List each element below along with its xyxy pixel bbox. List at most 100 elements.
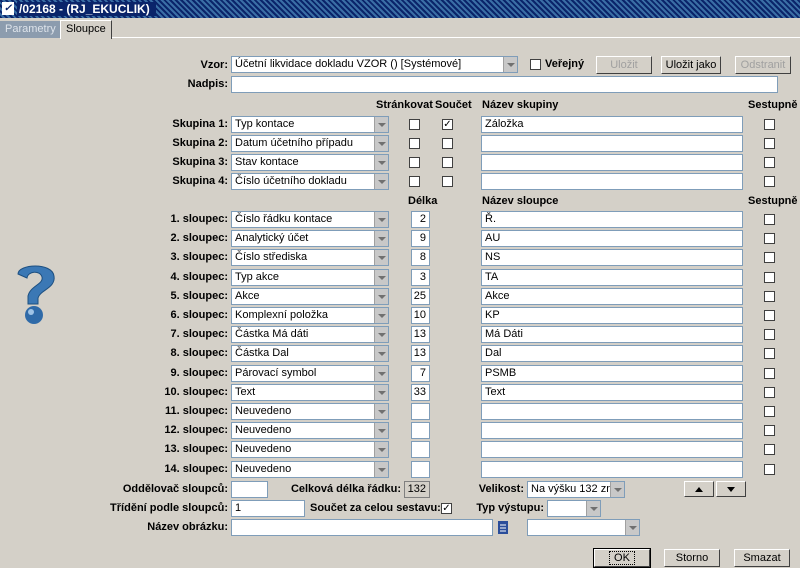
column-select[interactable]: Číslo řádku kontace [231, 211, 389, 228]
dropdown-arrow-icon[interactable] [503, 57, 517, 72]
column-name-input[interactable]: Dal [481, 345, 743, 363]
browse-list-icon[interactable] [497, 520, 509, 535]
column-select[interactable]: Částka Dal [231, 345, 389, 363]
group-name-input[interactable] [481, 135, 743, 152]
smazat-button[interactable]: Smazat [734, 549, 790, 567]
sestupne-column-checkbox[interactable] [764, 444, 775, 456]
sestupne-group-checkbox[interactable] [764, 119, 775, 130]
column-select[interactable]: Neuvedeno [231, 441, 389, 459]
column-select[interactable]: Částka Má dáti [231, 326, 389, 344]
dropdown-arrow-icon[interactable] [374, 155, 388, 170]
sestupne-column-checkbox[interactable] [764, 386, 775, 398]
dropdown-arrow-icon[interactable] [374, 423, 388, 439]
column-length-input[interactable] [411, 403, 430, 420]
dropdown-arrow-icon[interactable] [610, 482, 624, 497]
dropdown-arrow-icon[interactable] [374, 231, 388, 247]
trideni-input[interactable]: 1 [231, 500, 305, 517]
sestupne-column-checkbox[interactable] [764, 425, 775, 437]
column-length-input[interactable]: 13 [411, 345, 430, 363]
column-select[interactable]: Akce [231, 287, 389, 305]
column-length-input[interactable] [411, 441, 430, 459]
column-length-input[interactable]: 3 [411, 268, 430, 286]
column-select[interactable]: Číslo střediska [231, 249, 389, 267]
column-length-input[interactable]: 8 [411, 249, 430, 267]
sestupne-column-checkbox[interactable] [764, 271, 775, 283]
sestupne-column-checkbox[interactable] [764, 329, 775, 341]
dropdown-arrow-icon[interactable] [374, 442, 388, 458]
ulozit-button[interactable]: Uložit [596, 56, 652, 74]
column-name-input[interactable]: TA [481, 268, 743, 286]
sestupne-column-checkbox[interactable] [764, 463, 775, 475]
column-length-input[interactable]: 7 [411, 364, 430, 382]
velikost-select[interactable]: Na výšku 132 zn. [527, 481, 625, 498]
column-name-input[interactable]: NS [481, 249, 743, 267]
dropdown-arrow-icon[interactable] [374, 117, 388, 132]
group-name-input[interactable]: Záložka [481, 116, 743, 133]
dropdown-arrow-icon[interactable] [374, 250, 388, 266]
column-name-input[interactable] [481, 422, 743, 440]
column-select[interactable]: Analytický účet [231, 230, 389, 248]
column-length-input[interactable] [411, 422, 430, 440]
sestupne-column-checkbox[interactable] [764, 348, 775, 360]
dropdown-arrow-icon[interactable] [374, 288, 388, 304]
strankovat-checkbox[interactable] [409, 119, 420, 130]
dropdown-arrow-icon[interactable] [586, 501, 600, 516]
ok-button[interactable]: OK [593, 548, 651, 568]
soucet-checkbox[interactable] [442, 138, 453, 149]
column-name-input[interactable]: AU [481, 230, 743, 248]
strankovat-checkbox[interactable] [409, 157, 420, 168]
move-up-button[interactable] [684, 481, 714, 497]
column-select[interactable]: Neuvedeno [231, 460, 389, 478]
column-name-input[interactable]: KP [481, 307, 743, 324]
soucet-celou-checkbox[interactable]: ✓ [441, 503, 452, 514]
dropdown-arrow-icon[interactable] [374, 136, 388, 151]
strankovat-checkbox[interactable] [409, 176, 420, 187]
soucet-checkbox[interactable]: ✓ [442, 119, 453, 130]
dropdown-arrow-icon[interactable] [374, 461, 388, 477]
dropdown-arrow-icon[interactable] [374, 327, 388, 343]
soucet-checkbox[interactable] [442, 176, 453, 187]
sestupne-group-checkbox[interactable] [764, 138, 775, 149]
column-select[interactable]: Neuvedeno [231, 403, 389, 420]
column-length-input[interactable]: 10 [411, 307, 430, 324]
column-name-input[interactable] [481, 403, 743, 420]
ulozit-jako-button[interactable]: Uložit jako [661, 56, 721, 74]
column-select[interactable]: Neuvedeno [231, 422, 389, 440]
column-name-input[interactable]: PSMB [481, 364, 743, 382]
group-name-input[interactable] [481, 173, 743, 190]
column-length-input[interactable]: 33 [411, 383, 430, 401]
sestupne-group-checkbox[interactable] [764, 176, 775, 187]
tab-parametry[interactable]: Parametry [0, 21, 62, 38]
sestupne-column-checkbox[interactable] [764, 310, 775, 321]
oddelovac-input[interactable] [231, 481, 268, 498]
obrazek-select[interactable] [527, 519, 640, 536]
sestupne-column-checkbox[interactable] [764, 406, 775, 417]
sestupne-column-checkbox[interactable] [764, 214, 775, 225]
dropdown-arrow-icon[interactable] [374, 174, 388, 189]
column-length-input[interactable]: 2 [411, 211, 430, 228]
column-select[interactable]: Komplexní položka [231, 307, 389, 324]
column-length-input[interactable] [411, 460, 430, 478]
column-length-input[interactable]: 9 [411, 230, 430, 248]
nazev-obrazku-input[interactable] [231, 519, 493, 536]
dropdown-arrow-icon[interactable] [374, 308, 388, 323]
soucet-checkbox[interactable] [442, 157, 453, 168]
move-down-button[interactable] [716, 481, 746, 497]
odstranit-button[interactable]: Odstranit [735, 56, 791, 74]
column-select[interactable]: Párovací symbol [231, 364, 389, 382]
verejny-checkbox[interactable] [530, 59, 541, 70]
dropdown-arrow-icon[interactable] [374, 404, 388, 419]
strankovat-checkbox[interactable] [409, 138, 420, 149]
tab-sloupce[interactable]: Sloupce [60, 20, 112, 39]
column-select[interactable]: Typ akce [231, 268, 389, 286]
group-select[interactable]: Číslo účetního dokladu [231, 173, 389, 190]
dropdown-arrow-icon[interactable] [625, 520, 639, 535]
column-name-input[interactable]: Má Dáti [481, 326, 743, 344]
group-name-input[interactable] [481, 154, 743, 171]
column-name-input[interactable] [481, 460, 743, 478]
dropdown-arrow-icon[interactable] [374, 365, 388, 381]
group-select[interactable]: Typ kontace [231, 116, 389, 133]
dropdown-arrow-icon[interactable] [374, 346, 388, 362]
sestupne-column-checkbox[interactable] [764, 252, 775, 264]
sestupne-column-checkbox[interactable] [764, 233, 775, 245]
